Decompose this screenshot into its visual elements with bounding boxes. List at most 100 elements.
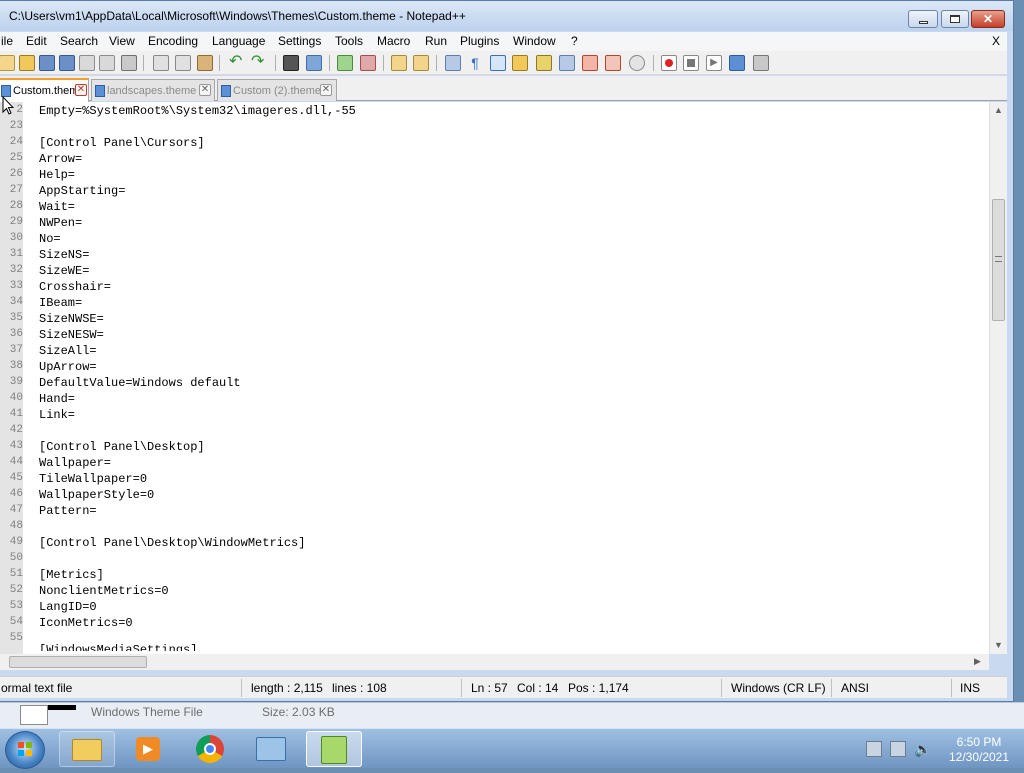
line-number: 30 [9,232,23,244]
text-editor[interactable]: 2 Empty=%SystemRoot%\System32\imageres.dl… [0,102,989,654]
line-number: 42 [9,424,23,436]
control-panel-icon [256,737,286,761]
undo-icon[interactable]: ↶ [229,54,245,71]
macro-record-icon[interactable] [661,55,677,71]
title-bar[interactable]: C:\Users\vm1\AppData\Local\Microsoft\Win… [0,1,1013,31]
horizontal-scrollbar[interactable]: ▶ [0,654,989,670]
save-icon[interactable] [39,55,55,71]
menu-tools[interactable]: Tools [335,34,363,48]
status-separator [241,679,242,697]
vertical-scrollbar[interactable]: ▲ ▼ [989,102,1007,654]
show-all-characters-icon[interactable]: ¶ [467,55,483,71]
file-thumbnail-bar [48,705,76,710]
taskbar-media-player-button[interactable]: ▶ [120,731,176,767]
menu-encoding[interactable]: Encoding [148,34,198,48]
taskbar-explorer-button[interactable] [59,731,115,767]
line-number: 32 [9,264,23,276]
close-icon: ✕ [982,12,994,26]
start-button[interactable] [5,731,45,769]
menu-view[interactable]: View [109,34,135,48]
monitoring-icon[interactable] [629,55,645,71]
volume-icon[interactable]: 🔈 [914,741,931,757]
clipboard-history-icon[interactable] [605,55,621,71]
cut-icon[interactable] [153,55,169,71]
word-wrap-icon[interactable] [445,55,461,71]
maximize-button[interactable] [941,10,969,28]
toolbar-separator [275,55,276,71]
zoom-in-icon[interactable] [337,55,353,71]
close-file-icon[interactable] [79,55,95,71]
network-icon[interactable] [890,741,906,757]
new-file-icon[interactable] [0,55,15,71]
redo-icon[interactable]: ↷ [251,54,267,71]
paste-icon[interactable] [197,55,213,71]
menu-plugins[interactable]: Plugins [460,34,499,48]
sync-horizontal-icon[interactable] [413,55,429,71]
tab-custom-2-theme[interactable]: Custom (2).theme ✕ [217,79,337,101]
close-all-icon[interactable] [99,55,115,71]
sync-vertical-icon[interactable] [391,55,407,71]
line-number: 28 [9,200,23,212]
menu-macro[interactable]: Macro [377,34,410,48]
menu-settings[interactable]: Settings [278,34,321,48]
minimize-button[interactable] [908,10,938,28]
line-text: Help= [39,168,76,182]
close-document-button[interactable]: X [992,34,1000,48]
folder-workspace-icon[interactable] [559,55,575,71]
menu-edit[interactable]: Edit [26,34,47,48]
indent-guide-icon[interactable] [490,55,506,71]
horizontal-scroll-thumb[interactable] [9,656,147,668]
line-text: IBeam= [39,296,83,310]
scroll-up-icon[interactable]: ▲ [994,105,1003,115]
macro-stop-icon[interactable] [683,55,699,71]
status-file-type: ormal text file [1,681,73,695]
menu-window[interactable]: Window [513,34,556,48]
line-text: [Metrics] [39,568,104,582]
status-encoding: ANSI [841,681,870,695]
line-text: Pattern= [39,504,97,518]
replace-icon[interactable] [306,55,322,71]
taskbar: ▶ 🔈 6:50 PM 12/30/2021 [0,728,1024,769]
toolbar-separator [383,55,384,71]
find-icon[interactable] [283,55,299,71]
tab-close-icon[interactable]: ✕ [75,84,87,96]
toolbar-separator [219,55,220,71]
open-file-icon[interactable] [19,55,35,71]
system-clock[interactable]: 6:50 PM 12/30/2021 [944,735,1014,765]
tab-close-icon[interactable]: ✕ [320,84,332,96]
zoom-out-icon[interactable] [360,55,376,71]
print-icon[interactable] [121,55,137,71]
menu-run[interactable]: Run [425,34,447,48]
taskbar-control-panel-button[interactable] [243,731,299,767]
mouse-cursor-icon [2,96,14,115]
document-map-icon[interactable] [512,55,528,71]
status-insert-mode: INS [960,681,981,695]
taskbar-chrome-button[interactable] [182,731,238,767]
status-length: length : 2,115 [251,681,323,695]
scroll-down-icon[interactable]: ▼ [994,640,1003,650]
tab-close-icon[interactable]: ✕ [199,84,211,96]
tab-landscapes-theme[interactable]: landscapes.theme ✕ [91,79,215,101]
save-all-icon[interactable] [59,55,75,71]
line-number: 55 [9,632,23,644]
line-number: 40 [9,392,23,404]
menu-file[interactable]: ile [1,34,13,48]
line-number: 50 [9,552,23,564]
close-button[interactable]: ✕ [971,10,1005,28]
menu-language[interactable]: Language [212,34,265,48]
menu-search[interactable]: Search [60,34,98,48]
menu-help[interactable]: ? [571,34,578,48]
line-number: 25 [9,152,23,164]
line-number: 49 [9,536,23,548]
taskbar-notepadpp-button[interactable] [306,731,362,767]
vertical-scroll-thumb[interactable] [992,199,1005,321]
macro-play-icon[interactable]: ▶ [706,55,722,71]
function-list-icon[interactable] [536,55,552,71]
doc-switcher-icon[interactable] [582,55,598,71]
scroll-right-icon[interactable]: ▶ [974,656,981,667]
copy-icon[interactable] [175,55,191,71]
macro-save-icon[interactable] [753,55,769,71]
action-center-icon[interactable] [866,741,882,757]
macro-run-multiple-icon[interactable] [729,55,745,71]
line-text: SizeNWSE= [39,312,104,326]
